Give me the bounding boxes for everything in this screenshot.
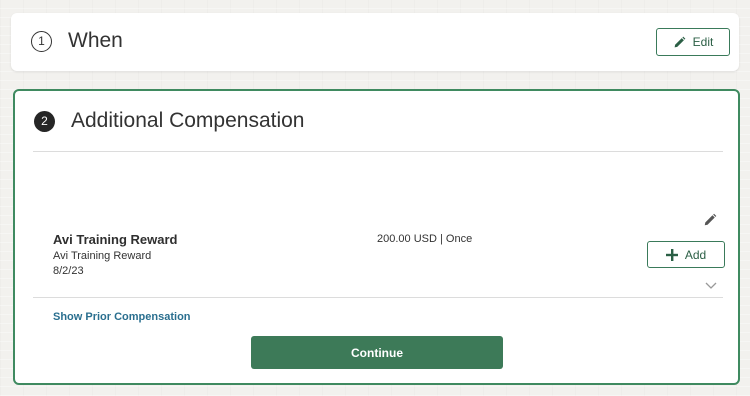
pencil-icon: [673, 36, 686, 49]
continue-button[interactable]: Continue: [251, 336, 503, 369]
compensation-name: Avi Training Reward: [53, 232, 178, 247]
compensation-amount: 200.00 USD | Once: [377, 233, 473, 245]
chevron-down-icon[interactable]: [705, 277, 719, 289]
edit-button-label: Edit: [692, 35, 714, 49]
section-title-compensation: Additional Compensation: [71, 109, 305, 132]
when-section: 1 When Edit: [11, 13, 739, 71]
edit-compensation-icon[interactable]: [703, 213, 719, 229]
show-prior-compensation-link[interactable]: Show Prior Compensation: [53, 311, 191, 323]
additional-compensation-section: 2 Additional Compensation Add Avi Traini…: [13, 89, 740, 385]
step-number-badge: 2: [34, 111, 55, 132]
section-title-when: When: [68, 29, 123, 52]
add-button-label: Add: [684, 247, 707, 262]
divider: [33, 297, 723, 298]
divider: [33, 151, 723, 152]
compensation-date: 8/2/23: [53, 265, 84, 277]
step-number-badge: 1: [31, 31, 52, 52]
plus-icon: [665, 248, 678, 261]
add-button[interactable]: Add: [647, 241, 725, 268]
edit-button[interactable]: Edit: [656, 28, 730, 56]
compensation-plan: Avi Training Reward: [53, 250, 152, 262]
